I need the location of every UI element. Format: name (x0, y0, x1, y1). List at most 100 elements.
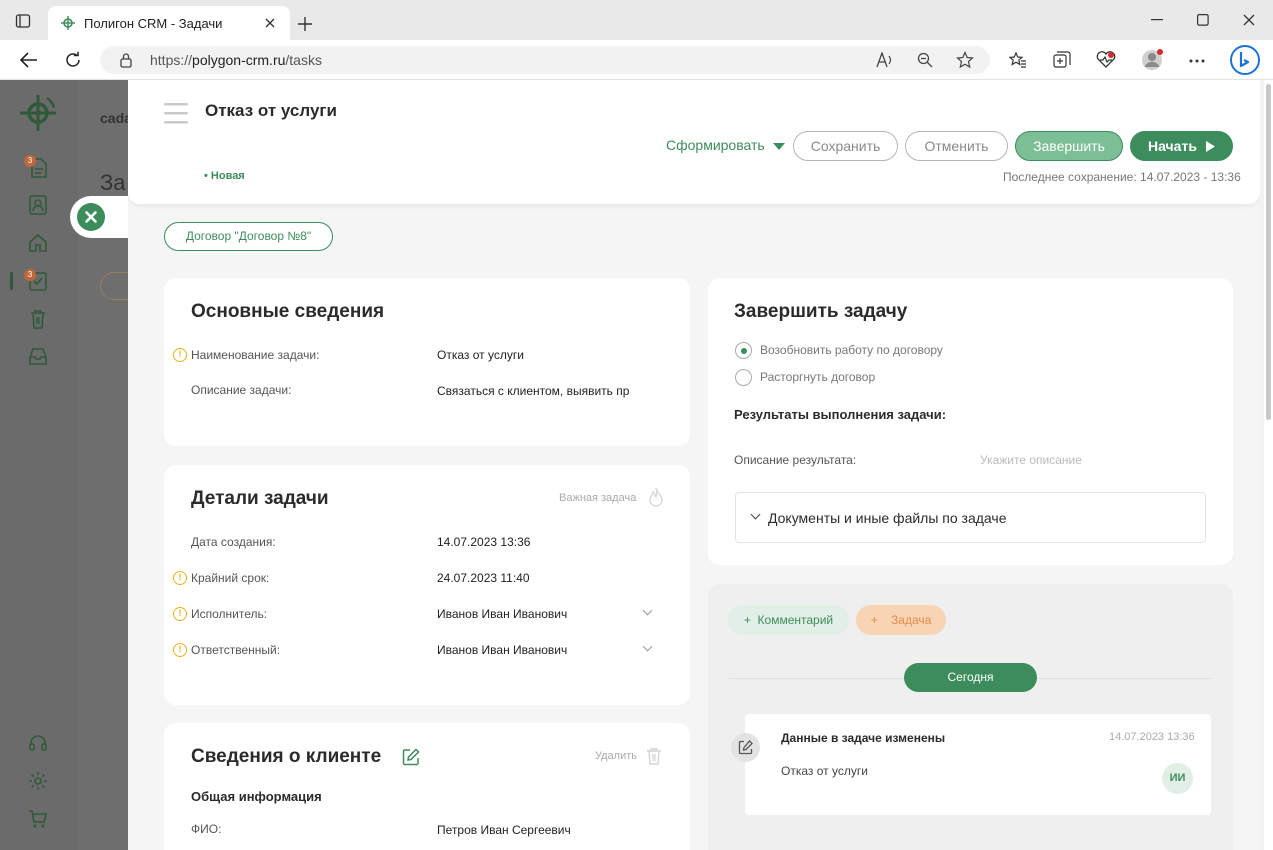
scrollbar-thumb[interactable] (1266, 84, 1271, 420)
app-favicon-icon (60, 15, 76, 31)
form-dropdown-label: Сформировать (666, 137, 765, 153)
field-label: Ответственный: (191, 643, 281, 657)
trash-icon[interactable] (27, 308, 49, 330)
more-options-icon[interactable] (1189, 59, 1205, 63)
add-task-button[interactable]: + Задача (856, 605, 946, 635)
browser-titlebar: Полигон CRM - Задачи (0, 0, 1273, 40)
support-headset-icon[interactable] (27, 732, 49, 754)
add-comment-button[interactable]: + Комментарий (728, 605, 849, 635)
field-label: Описание задачи: (191, 383, 292, 397)
client-info-title: Сведения о клиенте (191, 746, 382, 767)
delete-trash-icon[interactable] (646, 747, 662, 765)
bing-copilot-icon[interactable] (1229, 44, 1261, 76)
event-text: Отказ от услуги (781, 764, 868, 778)
background-heading: За (100, 170, 126, 195)
cart-icon[interactable] (27, 808, 49, 830)
chevron-down-icon[interactable] (642, 641, 653, 652)
collections-icon[interactable] (1053, 51, 1071, 69)
complete-task-card: Завершить задачу Возобновить работу по д… (708, 278, 1233, 565)
important-label: Важная задача (559, 492, 637, 504)
task-name-value[interactable]: Отказ от услуги (437, 348, 637, 362)
tab-close-icon[interactable] (264, 17, 276, 29)
event-edit-icon (731, 733, 760, 762)
field-label: Крайний срок: (191, 571, 270, 585)
result-description-input[interactable]: Укажите описание (980, 453, 1082, 467)
today-badge: Сегодня (904, 663, 1037, 692)
task-details-title: Детали задачи (191, 488, 329, 509)
last-saved-text: Последнее сохранение: 14.07.2023 - 13:36 (1003, 170, 1241, 184)
field-label: Описание результата: (734, 453, 857, 467)
page-scrollbar[interactable] (1264, 80, 1273, 850)
terminate-option-label[interactable]: Расторгнуть договор (760, 370, 875, 384)
caret-down-icon (773, 143, 785, 150)
status-badge: • Новая (204, 170, 245, 182)
avatar[interactable]: ИИ (1162, 763, 1193, 794)
responsible-select[interactable]: Иванов Иван Иванович (437, 643, 567, 657)
new-tab-icon[interactable] (298, 17, 312, 31)
tab-actions-icon[interactable] (15, 13, 31, 29)
browser-tab[interactable]: Полигон CRM - Задачи (48, 6, 290, 40)
favorites-icon[interactable] (1009, 51, 1027, 69)
play-icon (1206, 141, 1215, 152)
browser-essentials-icon[interactable] (1096, 51, 1116, 69)
save-button[interactable]: Сохранить (793, 131, 898, 161)
cancel-button[interactable]: Отменить (905, 131, 1008, 161)
terminate-radio[interactable] (735, 369, 752, 386)
settings-gear-icon[interactable] (27, 770, 49, 792)
complete-task-title: Завершить задачу (734, 301, 908, 322)
delete-label[interactable]: Удалить (595, 750, 637, 762)
edit-icon[interactable] (402, 748, 420, 766)
chevron-down-icon (750, 509, 761, 520)
warning-icon: ! (173, 607, 187, 621)
start-button-label: Начать (1148, 138, 1197, 154)
chevron-down-icon[interactable] (642, 605, 653, 616)
url-field[interactable]: https://polygon-crm.ru/tasks (100, 46, 990, 74)
warning-icon: ! (173, 643, 187, 657)
executor-select[interactable]: Иванов Иван Иванович (437, 607, 567, 621)
contract-chip[interactable]: Договор "Договор №8" (164, 222, 333, 251)
favorite-star-icon[interactable] (956, 51, 974, 69)
menu-hamburger-icon[interactable] (164, 102, 188, 124)
maximize-icon[interactable] (1197, 14, 1209, 26)
resume-option-label[interactable]: Возобновить работу по договору (760, 343, 943, 357)
general-info-heading: Общая информация (191, 789, 322, 804)
client-info-card: Сведения о клиенте Удалить Общая информа… (164, 723, 690, 850)
zoom-out-icon[interactable] (917, 52, 933, 68)
event-time: 14.07.2023 13:36 (1109, 731, 1195, 743)
field-label: Наименование задачи: (191, 348, 320, 362)
documents-badge: 3 (24, 155, 36, 167)
app-logo-icon[interactable] (17, 92, 59, 134)
lock-icon[interactable] (119, 52, 133, 68)
profile-avatar-icon[interactable] (1141, 49, 1163, 71)
contacts-icon[interactable] (27, 194, 49, 216)
refresh-icon[interactable] (64, 51, 82, 69)
documents-accordion[interactable]: Документы и иные файлы по задаче (735, 492, 1206, 543)
fire-icon[interactable] (648, 487, 664, 507)
warning-icon: ! (173, 348, 187, 362)
back-icon[interactable] (20, 52, 38, 68)
inbox-icon[interactable] (27, 345, 49, 367)
resume-radio[interactable] (735, 342, 752, 359)
documents-label: Документы и иные файлы по задаче (768, 510, 1007, 526)
home-icon[interactable] (27, 232, 49, 254)
task-description-value[interactable]: Связаться с клиентом, выявить причину от… (437, 384, 629, 398)
field-label: ФИО: (191, 822, 222, 836)
field-label: Исполнитель: (191, 607, 268, 621)
read-aloud-icon[interactable] (876, 52, 894, 68)
finish-button[interactable]: Завершить (1015, 131, 1123, 161)
radio-selected-dot (740, 347, 747, 354)
app-sidebar: 3 3 (0, 80, 78, 850)
client-fio-value[interactable]: Петров Иван Сергеевич (437, 823, 571, 837)
minimize-icon[interactable] (1151, 19, 1163, 21)
warning-icon: ! (173, 571, 187, 585)
basic-info-card: Основные сведения ! Наименование задачи:… (164, 278, 690, 446)
close-panel-button[interactable] (70, 196, 134, 238)
close-window-icon[interactable] (1243, 14, 1255, 26)
active-indicator (10, 272, 13, 290)
basic-info-title: Основные сведения (191, 301, 385, 322)
start-button[interactable]: Начать (1130, 131, 1233, 161)
form-dropdown-button[interactable]: Сформировать (666, 137, 785, 157)
activity-card: + Комментарий + Задача Сегодня Данные в … (708, 584, 1233, 850)
close-panel-icon (77, 203, 105, 231)
deadline-value[interactable]: 24.07.2023 11:40 (437, 571, 530, 585)
